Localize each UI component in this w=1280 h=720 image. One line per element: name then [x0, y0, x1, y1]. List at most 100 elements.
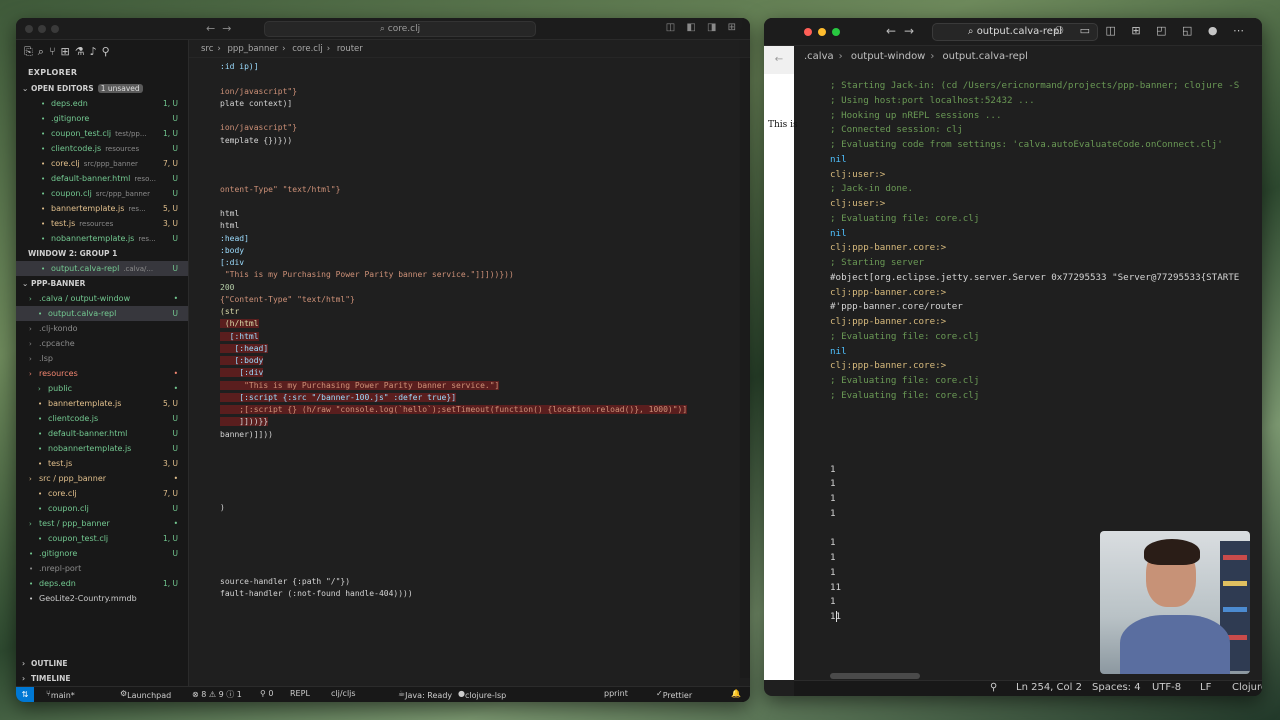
- project-file-item[interactable]: • clientcode.js U: [16, 411, 188, 426]
- project-file-item[interactable]: • GeoLite2-Country.mmdb: [16, 591, 188, 606]
- open-editor-item[interactable]: • nobannertemplate.js res... U: [16, 231, 188, 246]
- open-editors-header[interactable]: ⌄ OPEN EDITORS 1 unsaved: [16, 81, 188, 96]
- project-file-item[interactable]: • core.clj 7, U: [16, 486, 188, 501]
- project-file-item[interactable]: › .calva / output-window •: [16, 291, 188, 306]
- breadcrumb-file[interactable]: output.calva-repl: [943, 51, 1028, 62]
- minimap[interactable]: [740, 58, 750, 678]
- breadcrumb-calva[interactable]: .calva: [804, 51, 834, 62]
- launchpad-status[interactable]: ⚙ Launchpad: [120, 689, 171, 700]
- close-window-button[interactable]: [25, 25, 33, 33]
- java-status[interactable]: ☕ Java: Ready: [398, 689, 452, 700]
- code-line[interactable]: template {})})): [220, 136, 292, 145]
- prettier-status[interactable]: ✓ Prettier: [656, 689, 692, 700]
- code-line[interactable]: "This is my Purchasing Power Parity bann…: [220, 380, 500, 390]
- cursor-position[interactable]: Ln 254, Col 2: [1016, 682, 1082, 693]
- code-line[interactable]: banner)]])): [220, 430, 273, 439]
- ports-status[interactable]: ⚲ 0: [260, 689, 274, 698]
- project-file-item[interactable]: • .gitignore U: [16, 546, 188, 561]
- open-editor-item[interactable]: • default-banner.html reso... U: [16, 171, 188, 186]
- code-line[interactable]: 200: [220, 283, 234, 292]
- pprint-status[interactable]: pprint: [604, 689, 628, 698]
- code-line[interactable]: ;[:script {} (h/raw "console.log(`hello`…: [220, 405, 688, 414]
- project-file-item[interactable]: › public •: [16, 381, 188, 396]
- code-line[interactable]: :head]: [220, 234, 249, 243]
- open-editor-item[interactable]: • bannertemplate.js res... 5, U: [16, 201, 188, 216]
- code-line[interactable]: [:head]: [220, 343, 269, 353]
- code-line[interactable]: ion/javascript"}: [220, 87, 297, 96]
- project-file-item[interactable]: › test / ppp_banner •: [16, 516, 188, 531]
- project-file-item[interactable]: • nobannertemplate.js U: [16, 441, 188, 456]
- clj-status[interactable]: clj/cljs: [331, 689, 356, 698]
- breadcrumb-file[interactable]: core.clj: [292, 44, 323, 54]
- project-file-item[interactable]: • .nrepl-port: [16, 561, 188, 576]
- breadcrumb-src[interactable]: src: [201, 44, 213, 54]
- group2-header[interactable]: WINDOW 2: GROUP 1: [16, 246, 188, 261]
- outline-section[interactable]: › OUTLINE: [16, 656, 188, 671]
- code-line[interactable]: ontent-Type" "text/html"}: [220, 185, 340, 194]
- code-line[interactable]: ): [220, 503, 225, 512]
- code-line[interactable]: ]]))}}: [220, 417, 269, 427]
- project-file-item[interactable]: › .lsp: [16, 351, 188, 366]
- code-line[interactable]: fault-handler (:not-found handle-404)))): [220, 589, 413, 598]
- lsp-status[interactable]: ● clojure-lsp: [458, 689, 506, 700]
- code-line[interactable]: [:body: [220, 356, 264, 365]
- eol-status[interactable]: LF: [1200, 682, 1211, 693]
- indent-status[interactable]: Spaces: 4: [1092, 682, 1141, 693]
- code-line[interactable]: (h/html: [220, 319, 259, 329]
- open-editor-item[interactable]: • core.clj src/ppp_banner 7, U: [16, 156, 188, 171]
- code-line[interactable]: html: [220, 209, 239, 218]
- open-editor-item[interactable]: • coupon.clj src/ppp_banner U: [16, 186, 188, 201]
- open-editor-item[interactable]: • clientcode.js resources U: [16, 141, 188, 156]
- project-file-item[interactable]: • test.js 3, U: [16, 456, 188, 471]
- problems-status[interactable]: ⊗ 8 ⚠ 9 ⓘ 1: [192, 689, 242, 700]
- layout-icons[interactable]: ⚇ ▭ ◫ ⊞ ◰ ◱ ● ⋯: [1054, 24, 1250, 37]
- project-file-item[interactable]: • deps.edn 1, U: [16, 576, 188, 591]
- code-line[interactable]: :id ip)]: [220, 62, 259, 71]
- project-file-item[interactable]: › .cpcache: [16, 336, 188, 351]
- code-line[interactable]: [:html: [220, 331, 259, 341]
- remote-icon[interactable]: ⇅: [16, 687, 34, 702]
- project-file-item[interactable]: • bannertemplate.js 5, U: [16, 396, 188, 411]
- layout-icons[interactable]: ◫ ◧ ◨ ⊞: [666, 22, 740, 33]
- project-file-item[interactable]: › src / ppp_banner •: [16, 471, 188, 486]
- open-editor-item[interactable]: • deps.edn 1, U: [16, 96, 188, 111]
- code-line[interactable]: plate context)]: [220, 99, 292, 108]
- open-editor-item[interactable]: • test.js resources 3, U: [16, 216, 188, 231]
- code-line[interactable]: [:script {:src "/banner-100.js" :defer t…: [220, 392, 457, 402]
- encoding-status[interactable]: UTF-8: [1152, 682, 1181, 693]
- project-file-item[interactable]: • output.calva-repl U: [16, 306, 188, 321]
- code-line[interactable]: (str: [220, 307, 239, 316]
- nav-arrows[interactable]: ← →: [206, 22, 231, 35]
- command-center[interactable]: ⌕ core.clj: [264, 21, 536, 37]
- timeline-section[interactable]: › TIMELINE: [16, 671, 188, 686]
- project-file-item[interactable]: › resources •: [16, 366, 188, 381]
- minimize-window-button[interactable]: [38, 25, 46, 33]
- breadcrumb-folder[interactable]: ppp_banner: [228, 44, 279, 54]
- repl-status[interactable]: REPL: [290, 689, 310, 698]
- breadcrumb-folder[interactable]: output-window: [851, 51, 926, 62]
- code-line[interactable]: ion/javascript"}: [220, 123, 297, 132]
- zoom-icon[interactable]: ⚲: [990, 682, 997, 693]
- code-line[interactable]: "This is my Purchasing Power Parity bann…: [220, 270, 514, 279]
- open-editor-item[interactable]: • coupon_test.clj test/pp... 1, U: [16, 126, 188, 141]
- horizontal-scrollbar[interactable]: [830, 673, 920, 679]
- project-file-item[interactable]: › .clj-kondo: [16, 321, 188, 336]
- code-line[interactable]: {"Content-Type" "text/html"}: [220, 295, 355, 304]
- code-area[interactable]: :id ip)] ion/javascript"} plate context)] i…: [189, 58, 750, 686]
- language-status[interactable]: Clojure: [1232, 682, 1262, 693]
- project-file-item[interactable]: • coupon_test.clj 1, U: [16, 531, 188, 546]
- code-line[interactable]: [:div: [220, 368, 264, 378]
- open-editor-item[interactable]: • .gitignore U: [16, 111, 188, 126]
- nav-arrows[interactable]: ←→: [886, 24, 922, 38]
- code-line[interactable]: source-handler {:path "/"}): [220, 577, 350, 586]
- breadcrumb-symbol[interactable]: router: [337, 44, 363, 54]
- code-editor[interactable]: src › ppp_banner › core.clj › router :id ip…: [189, 40, 750, 686]
- preview-back-icon[interactable]: ←: [764, 46, 794, 74]
- activity-toolbar[interactable]: ⎘⌕⑂⊞⚗♪⚲: [16, 40, 188, 64]
- code-line[interactable]: :body: [220, 246, 244, 255]
- code-line[interactable]: html: [220, 221, 239, 230]
- branch-status[interactable]: ⑂ main*: [46, 689, 75, 700]
- zoom-window-button[interactable]: [832, 28, 840, 36]
- close-window-button[interactable]: [804, 28, 812, 36]
- group2-editor-item[interactable]: • output.calva-repl .calva/... U: [16, 261, 188, 276]
